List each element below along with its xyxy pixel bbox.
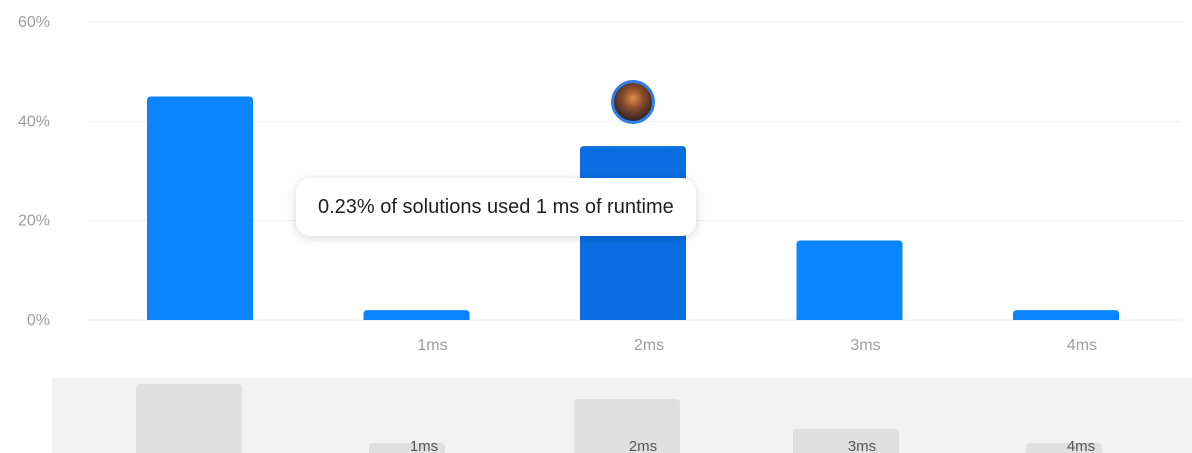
user-avatar-icon[interactable] [611,80,655,124]
minimap-label: 4ms [1066,438,1096,453]
x-tick-label: 3ms [850,337,880,354]
y-tick-label: 0% [27,312,50,329]
bar[interactable] [147,96,253,321]
x-tick-label: 2ms [634,337,664,354]
minimap-bar [136,384,242,453]
bar[interactable] [796,240,903,320]
bar[interactable] [363,310,470,320]
y-tick-label: 60% [18,14,50,31]
chart-minimap[interactable]: 1ms 2ms 3ms 4ms [52,378,1192,453]
x-tick-label: 4ms [1067,337,1097,354]
tooltip-text: 0.23% of solutions used 1 ms of runtime [318,195,674,218]
y-tick-label: 40% [18,113,50,130]
bar-tooltip: 0.23% of solutions used 1 ms of runtime [296,178,696,236]
minimap-label: 1ms [409,438,439,453]
y-tick-label: 20% [18,213,50,230]
minimap-label: 3ms [847,438,877,453]
bar[interactable] [1013,310,1119,320]
x-tick-label: 1ms [417,337,447,354]
minimap-label: 2ms [628,438,658,453]
